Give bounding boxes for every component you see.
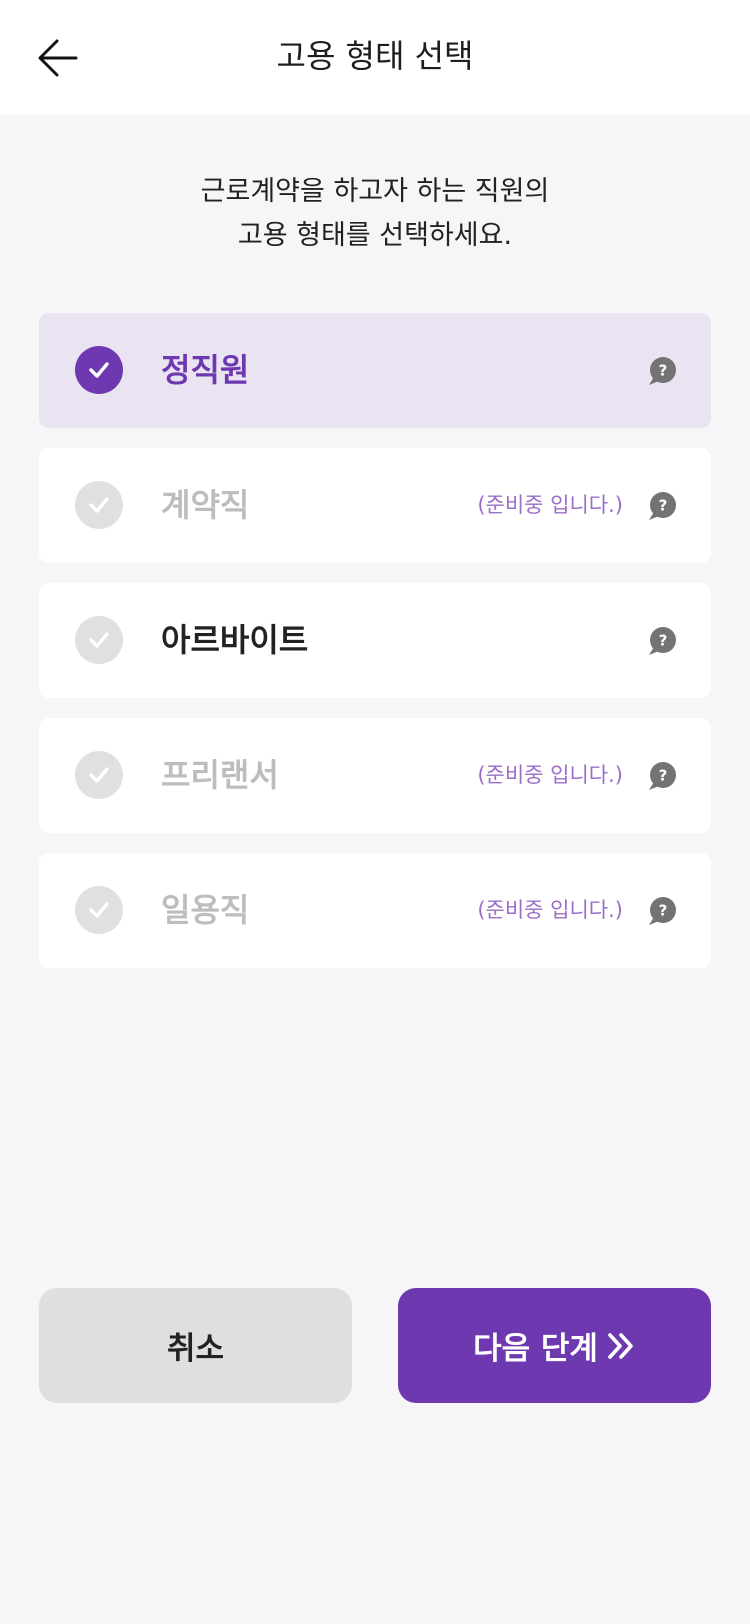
checkmark-icon: [89, 497, 109, 513]
page-title: 고용 형태 선택: [276, 37, 474, 75]
svg-text:?: ?: [659, 767, 668, 785]
checkmark-icon: [89, 362, 109, 378]
option-contract[interactable]: 계약직 (준비중 입니다.) ?: [39, 448, 711, 563]
double-chevron-right-icon: [608, 1332, 633, 1359]
help-icon[interactable]: ?: [647, 356, 677, 386]
checkmark-icon: [89, 632, 109, 648]
help-icon[interactable]: ?: [647, 626, 677, 656]
option-freelancer[interactable]: 프리랜서 (준비중 입니다.) ?: [39, 718, 711, 833]
instruction-line-1: 근로계약을 하고자 하는 직원의: [200, 176, 550, 207]
check-circle: [75, 481, 123, 529]
top-app-bar: 고용 형태 선택: [0, 0, 750, 115]
svg-text:?: ?: [659, 902, 668, 920]
instruction-line-2: 고용 형태를 선택하세요.: [237, 220, 513, 251]
next-step-button[interactable]: 다음 단계: [398, 1288, 711, 1403]
option-part-time[interactable]: 아르바이트 ?: [39, 583, 711, 698]
svg-text:?: ?: [659, 632, 668, 650]
coming-soon-note: (준비중 입니다.): [477, 493, 623, 517]
help-icon[interactable]: ?: [647, 491, 677, 521]
help-icon[interactable]: ?: [647, 761, 677, 791]
employment-type-list: 정직원 ? 계약직 (준비중 입니다.) ? 아르바이트 ? 프리랜서 (준비중…: [39, 313, 711, 988]
option-label: 일용직: [161, 891, 250, 929]
check-circle: [75, 616, 123, 664]
checkmark-icon: [89, 767, 109, 783]
check-circle: [75, 346, 123, 394]
svg-text:?: ?: [659, 362, 668, 380]
option-label: 정직원: [161, 351, 250, 389]
coming-soon-note: (준비중 입니다.): [477, 763, 623, 787]
instruction-text: 근로계약을 하고자 하는 직원의 고용 형태를 선택하세요.: [0, 170, 750, 258]
coming-soon-note: (준비중 입니다.): [477, 898, 623, 922]
cancel-button[interactable]: 취소: [39, 1288, 352, 1403]
option-label: 프리랜서: [161, 756, 279, 794]
option-permanent[interactable]: 정직원 ?: [39, 313, 711, 428]
check-circle: [75, 886, 123, 934]
help-icon[interactable]: ?: [647, 896, 677, 926]
checkmark-icon: [89, 902, 109, 918]
cancel-button-label: 취소: [166, 1331, 225, 1367]
svg-text:?: ?: [659, 497, 668, 515]
check-circle: [75, 751, 123, 799]
option-label: 계약직: [161, 486, 250, 524]
next-step-button-label: 다음 단계: [473, 1331, 598, 1367]
option-daily-worker[interactable]: 일용직 (준비중 입니다.) ?: [39, 853, 711, 968]
option-label: 아르바이트: [161, 621, 309, 659]
